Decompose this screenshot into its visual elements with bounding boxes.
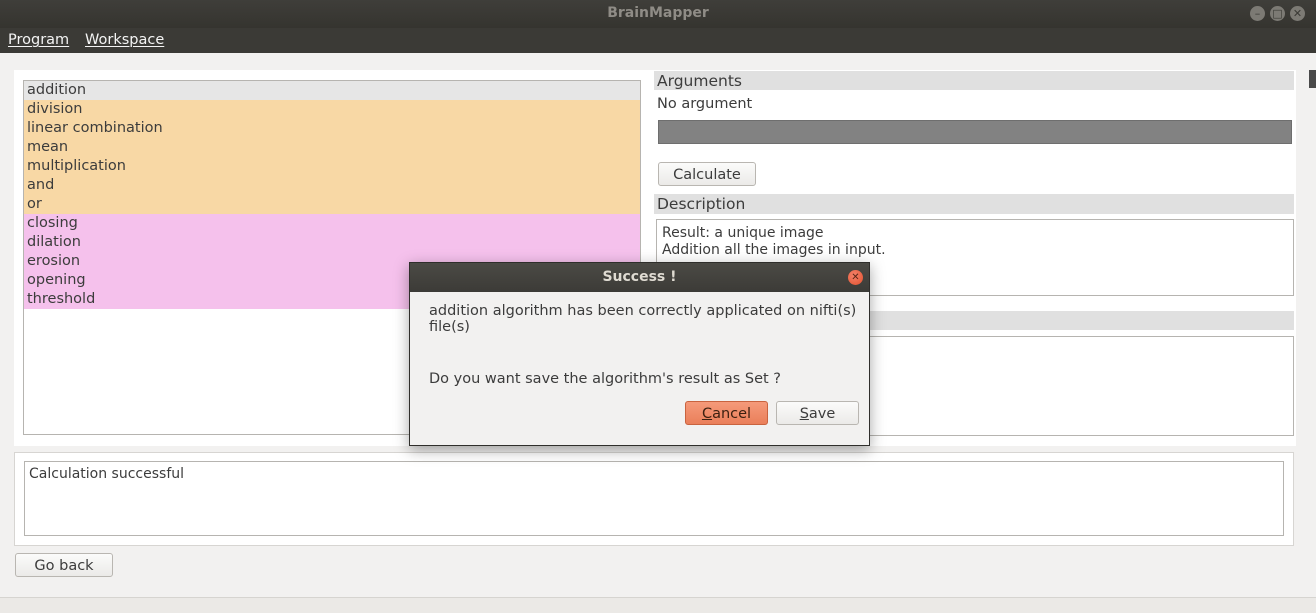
cancel-button[interactable]: Cancel xyxy=(685,401,768,425)
algorithm-item-or[interactable]: or xyxy=(24,195,640,214)
argument-input-bar xyxy=(658,120,1292,144)
save-button[interactable]: Save xyxy=(776,401,859,425)
calculate-button[interactable]: Calculate xyxy=(658,162,756,186)
description-header: Description xyxy=(654,194,1294,214)
dialog-message-2: Do you want save the algorithm's result … xyxy=(429,371,782,387)
bottom-bar xyxy=(0,597,1316,613)
cancel-label: Cancel xyxy=(701,406,752,422)
menu-program[interactable]: Program xyxy=(8,32,69,48)
status-text: Calculation successful xyxy=(29,466,185,482)
dialog-message-1: addition algorithm has been correctly ap… xyxy=(429,303,857,335)
menu-bar: Program Workspace xyxy=(0,28,1316,53)
description-line-1: Result: a unique image xyxy=(662,225,824,241)
close-icon[interactable]: ✕ xyxy=(1290,6,1305,21)
go-back-button[interactable]: Go back xyxy=(15,553,113,577)
status-box: Calculation successful xyxy=(24,461,1284,536)
menu-workspace[interactable]: Workspace xyxy=(85,32,164,48)
dialog-titlebar: Success ! ✕ xyxy=(410,263,869,292)
algorithm-item-addition[interactable]: addition xyxy=(24,81,640,100)
window-title: BrainMapper xyxy=(607,5,709,21)
description-line-2: Addition all the images in input. xyxy=(662,242,886,258)
scrollbar-edge[interactable] xyxy=(1309,70,1316,88)
minimize-icon[interactable]: – xyxy=(1250,6,1265,21)
save-label: Save xyxy=(799,406,836,422)
window-titlebar: BrainMapper – □ ✕ xyxy=(0,0,1316,28)
dialog-close-icon[interactable]: ✕ xyxy=(848,270,863,285)
algorithm-item-and[interactable]: and xyxy=(24,176,640,195)
dialog-title: Success ! xyxy=(602,269,677,285)
algorithm-item-division[interactable]: division xyxy=(24,100,640,119)
algorithm-item-linear-combination[interactable]: linear combination xyxy=(24,119,640,138)
maximize-icon[interactable]: □ xyxy=(1270,6,1285,21)
algorithm-item-multiplication[interactable]: multiplication xyxy=(24,157,640,176)
algorithm-item-dilation[interactable]: dilation xyxy=(24,233,640,252)
success-dialog: Success ! ✕ addition algorithm has been … xyxy=(409,262,870,446)
arguments-header: Arguments xyxy=(654,71,1294,91)
algorithm-item-mean[interactable]: mean xyxy=(24,138,640,157)
no-argument-label: No argument xyxy=(657,96,753,112)
algorithm-item-closing[interactable]: closing xyxy=(24,214,640,233)
